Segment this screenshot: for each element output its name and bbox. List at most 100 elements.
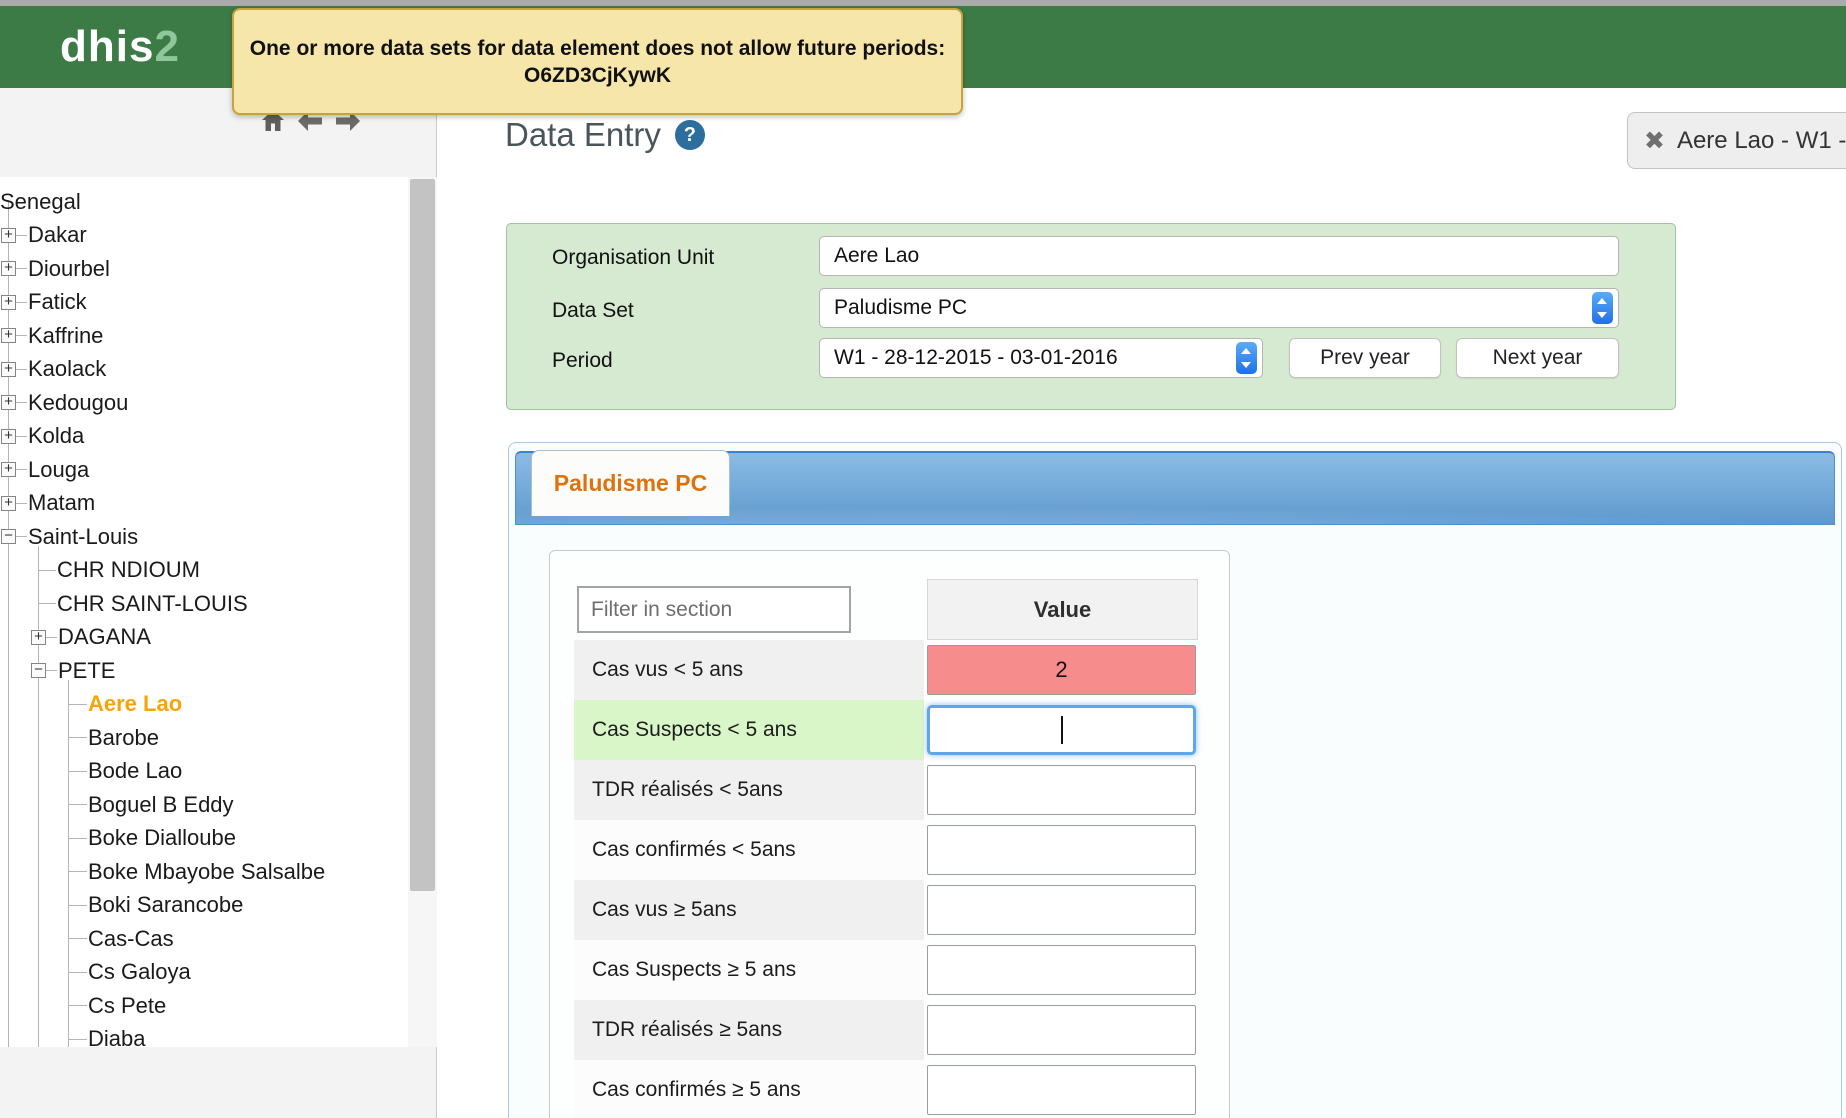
tree-dash bbox=[68, 771, 87, 772]
period-select[interactable]: W1 - 28-12-2015 - 03-01-2016 bbox=[819, 338, 1263, 378]
tree-item[interactable]: Boke Dialloube bbox=[0, 822, 408, 856]
tree-item-label: Kaffrine bbox=[28, 323, 103, 349]
tree-item-label: Kedougou bbox=[28, 390, 128, 416]
tree-item[interactable]: + Matam bbox=[0, 487, 408, 521]
tree-item[interactable]: + Dakar bbox=[0, 219, 408, 253]
table-row: Cas Suspects < 5 ans bbox=[550, 700, 1229, 760]
table-row: Cas confirmés < 5ans bbox=[550, 820, 1229, 880]
tree-item[interactable]: + DAGANA bbox=[0, 621, 408, 655]
tree-item-label: Boguel B Eddy bbox=[88, 792, 234, 818]
value-input[interactable]: 2 bbox=[927, 645, 1196, 695]
tree-item-label: Fatick bbox=[28, 289, 87, 315]
tab-paludisme-pc[interactable]: Paludisme PC bbox=[531, 450, 730, 516]
logo-accent-text: 2 bbox=[154, 22, 179, 71]
sidebar: Senegal + Dakar + Diourbel + Fatick + Ka… bbox=[0, 88, 437, 1118]
tree-toggle-icon[interactable]: + bbox=[1, 395, 16, 410]
tree-item[interactable]: Cs Galoya bbox=[0, 956, 408, 990]
tree-item-label: Dakar bbox=[28, 222, 87, 248]
tree-item[interactable]: − PETE bbox=[0, 654, 408, 688]
tree-connector bbox=[16, 335, 27, 336]
value-input[interactable] bbox=[927, 885, 1196, 935]
tree-connector bbox=[16, 469, 27, 470]
value-input[interactable] bbox=[927, 825, 1196, 875]
tree-item[interactable]: Bode Lao bbox=[0, 755, 408, 789]
tree-item[interactable]: CHR SAINT-LOUIS bbox=[0, 587, 408, 621]
tree-item[interactable]: + Kaffrine bbox=[0, 319, 408, 353]
tree-item-label: Kolda bbox=[28, 423, 84, 449]
tree-item[interactable]: Diaba bbox=[0, 1023, 408, 1048]
tree-dash bbox=[68, 838, 87, 839]
tree-item[interactable]: + Diourbel bbox=[0, 252, 408, 286]
tree-item[interactable]: Senegal bbox=[0, 185, 408, 219]
filter-input[interactable] bbox=[577, 586, 851, 633]
tree-connector bbox=[16, 503, 27, 504]
tree-item[interactable]: + Louga bbox=[0, 453, 408, 487]
selection-chip[interactable]: ✖ Aere Lao - W1 - bbox=[1627, 112, 1846, 169]
tree-item-label: Boke Mbayobe Salsalbe bbox=[88, 859, 325, 885]
tree-item-label: Diaba bbox=[88, 1026, 145, 1047]
tree-scrollbar-thumb[interactable] bbox=[410, 179, 435, 891]
tree-connector bbox=[16, 436, 27, 437]
tree-item[interactable]: CHR NDIOUM bbox=[0, 554, 408, 588]
app-window: dhis2 One or more data sets for data ele… bbox=[0, 0, 1846, 1118]
tree-item[interactable]: + Kolda bbox=[0, 420, 408, 454]
tree-toggle-icon[interactable]: + bbox=[1, 462, 16, 477]
tree-item[interactable]: + Fatick bbox=[0, 286, 408, 320]
table-row: TDR réalisés ≥ 5ans bbox=[550, 1000, 1229, 1060]
tree-toggle-icon[interactable]: + bbox=[1, 228, 16, 243]
tree-item-label: Boki Sarancobe bbox=[88, 892, 243, 918]
tree-item[interactable]: + Kedougou bbox=[0, 386, 408, 420]
select-stepper-icon bbox=[1236, 342, 1257, 374]
section-rows: Cas vus < 5 ans 2 Cas Suspects < 5 ans T… bbox=[550, 640, 1229, 1118]
tree-item[interactable]: Boke Mbayobe Salsalbe bbox=[0, 855, 408, 889]
table-row: Cas confirmés ≥ 5 ans bbox=[550, 1060, 1229, 1118]
tree-item-label: Kaolack bbox=[28, 356, 106, 382]
value-input[interactable] bbox=[927, 705, 1196, 755]
tree-item-label: CHR NDIOUM bbox=[57, 557, 200, 583]
tree-toggle-icon[interactable]: − bbox=[1, 529, 16, 544]
tree-connector bbox=[16, 268, 27, 269]
tree-toggle-icon[interactable]: + bbox=[1, 261, 16, 276]
tree-item[interactable]: Barobe bbox=[0, 721, 408, 755]
tree-item-label: CHR SAINT-LOUIS bbox=[57, 591, 248, 617]
tree-item[interactable]: + Kaolack bbox=[0, 353, 408, 387]
data-set-select[interactable]: Paludisme PC bbox=[819, 288, 1619, 328]
tree-toggle-icon[interactable]: + bbox=[1, 496, 16, 511]
tree-dash bbox=[68, 804, 87, 805]
page-title: Data Entry ? bbox=[505, 116, 705, 154]
prev-year-button[interactable]: Prev year bbox=[1289, 338, 1441, 378]
tree-item[interactable]: Cas-Cas bbox=[0, 922, 408, 956]
tree-toggle-icon[interactable]: + bbox=[1, 295, 16, 310]
tree-toggle-icon[interactable]: + bbox=[31, 630, 46, 645]
tree-item-label: Cs Galoya bbox=[88, 959, 191, 985]
help-icon[interactable]: ? bbox=[675, 120, 705, 150]
value-input[interactable] bbox=[927, 1005, 1196, 1055]
tree-item[interactable]: Aere Lao bbox=[0, 688, 408, 722]
select-stepper-icon bbox=[1592, 292, 1613, 324]
tree-scrollbar-track[interactable] bbox=[408, 177, 437, 1047]
data-set-label: Data Set bbox=[552, 299, 634, 323]
next-year-button[interactable]: Next year bbox=[1456, 338, 1619, 378]
dhis2-logo: dhis2 bbox=[60, 6, 180, 88]
tree-item[interactable]: Boki Sarancobe bbox=[0, 889, 408, 923]
tree-item-label: Cas-Cas bbox=[88, 926, 174, 952]
tree-item[interactable]: − Saint-Louis bbox=[0, 520, 408, 554]
page-title-text: Data Entry bbox=[505, 116, 661, 154]
tree-item[interactable]: Cs Pete bbox=[0, 989, 408, 1023]
value-column-header: Value bbox=[927, 579, 1198, 640]
tree-toggle-icon[interactable]: + bbox=[1, 429, 16, 444]
tree-toggle-icon[interactable]: + bbox=[1, 362, 16, 377]
tree-connector bbox=[16, 402, 27, 403]
text-caret bbox=[1061, 716, 1063, 744]
value-input[interactable] bbox=[927, 945, 1196, 995]
close-icon[interactable]: ✖ bbox=[1644, 126, 1665, 156]
warning-notification: One or more data sets for data element d… bbox=[232, 8, 963, 115]
tree-item[interactable]: Boguel B Eddy bbox=[0, 788, 408, 822]
tree-toggle-icon[interactable]: + bbox=[1, 328, 16, 343]
value-input[interactable] bbox=[927, 1065, 1196, 1115]
tree-item-label: Matam bbox=[28, 490, 95, 516]
tree-toggle-icon[interactable]: − bbox=[31, 663, 46, 678]
org-unit-input[interactable] bbox=[819, 236, 1619, 276]
value-input[interactable] bbox=[927, 765, 1196, 815]
tree-item-label: Barobe bbox=[88, 725, 159, 751]
